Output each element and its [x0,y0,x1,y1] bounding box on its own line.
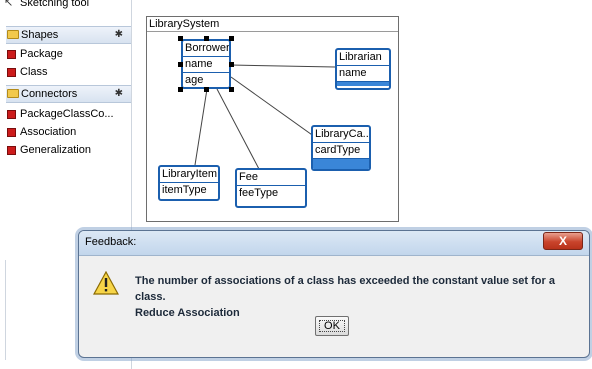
association-borrower-fee [216,88,260,170]
dialog-message: The number of associations of a class ha… [135,273,575,321]
class-attribute: name [337,65,389,81]
package-shape-icon [7,50,16,59]
class-attribute: cardType [313,142,369,158]
palette-header-shapes[interactable]: Shapes ✱ [6,26,131,44]
class-shape-icon [7,68,16,77]
palette-item-packageclassconnector[interactable]: PackageClassCo... [7,106,114,122]
class-name: Librarian [339,51,382,63]
selection-handle[interactable] [229,87,234,92]
dialog-title: Feedback: [85,236,137,248]
palette-header-connectors[interactable]: Connectors ✱ [6,85,131,103]
class-libraryitem[interactable]: LibraryItem itemType [158,165,220,201]
palette-item-generalization[interactable]: Generalization [7,142,91,158]
class-name: Borrower [185,42,229,54]
class-librarycard[interactable]: LibraryCa... cardType [311,125,371,171]
association-borrower-librarycard [230,76,316,138]
connector-icon [7,128,16,137]
feedback-dialog: Feedback: X The number of associations o… [78,230,590,358]
selection-handle[interactable] [204,87,209,92]
pointer-icon: ↖ [4,0,14,9]
palette-item-label: Sketching tool [20,0,90,9]
association-borrower-librarian [230,64,336,68]
class-attribute: age [183,72,229,87]
pin-icon[interactable]: ✱ [115,86,123,102]
palette-item-label: Association [20,126,77,138]
palette-item-association[interactable]: Association [7,124,77,140]
association-borrower-libraryitem [194,88,208,166]
close-icon: X [558,234,567,248]
class-attribute: feeType [237,185,305,201]
class-attribute: name [183,56,229,72]
palette-item-label: Generalization [20,144,91,156]
selection-handle[interactable] [229,36,234,41]
diagram-canvas[interactable]: LibrarySystem Borrower name age Libraria… [146,16,399,222]
palette-item-label: Class [20,66,48,78]
palette-item-label: PackageClassCo... [20,108,114,120]
selection-handle[interactable] [178,62,183,67]
dialog-titlebar[interactable]: Feedback: X [79,231,589,256]
palette-header-label: Connectors [21,88,78,100]
class-librarian[interactable]: Librarian name [335,48,391,90]
message-line: The number of associations of a class ha… [135,275,555,303]
class-footer [313,158,369,169]
folder-icon [7,89,19,98]
class-name: Fee [239,171,258,183]
ok-button[interactable]: OK [315,316,349,336]
selection-handle[interactable] [229,62,234,67]
selection-handle[interactable] [178,36,183,41]
close-button[interactable]: X [543,232,583,250]
palette-item-package[interactable]: Package [7,46,63,62]
folder-icon [7,30,19,39]
selection-handle[interactable] [204,36,209,41]
message-line: Reduce Association [135,307,240,319]
focus-ring [319,320,345,332]
class-name: LibraryItem [162,168,218,180]
palette-item-sketching-tool[interactable]: ↖ Sketching tool [4,0,90,11]
connector-icon [7,110,16,119]
class-fee[interactable]: Fee feeType [235,168,307,208]
palette-header-label: Shapes [21,29,59,41]
pin-icon[interactable]: ✱ [115,27,123,43]
palette-item-class[interactable]: Class [7,64,48,80]
class-attribute: itemType [160,182,218,198]
palette-item-label: Package [20,48,63,60]
connector-icon [7,146,16,155]
panel-divider [5,260,6,360]
class-name: LibraryCa... [315,128,369,140]
selection-handle[interactable] [178,87,183,92]
class-footer [337,81,389,86]
warning-icon [93,271,119,295]
class-borrower[interactable]: Borrower name age [181,39,231,89]
